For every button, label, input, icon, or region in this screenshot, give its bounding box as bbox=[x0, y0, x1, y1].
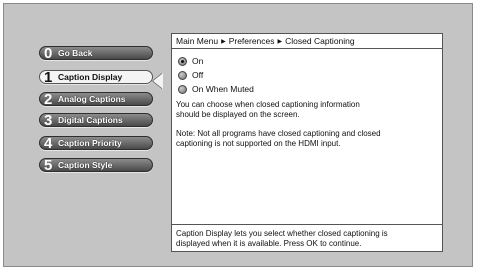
content-panel: Main Menu ▶ Preferences ▶ Closed Captioning … bbox=[171, 33, 443, 252]
menu-button-go-back[interactable]: 0 Go Back bbox=[39, 45, 153, 62]
menu-button-caption-priority[interactable]: 4 Caption Priority bbox=[39, 135, 153, 152]
description-text: You can choose when closed captioning in… bbox=[176, 100, 438, 120]
radio-unchecked-icon[interactable] bbox=[178, 85, 187, 94]
tv-menu-frame: 0 Go Back 1 Caption Display 2 Analog Cap… bbox=[3, 3, 473, 267]
option-label: Off bbox=[192, 70, 204, 80]
note-line: Note: Not all programs have closed capti… bbox=[176, 129, 381, 138]
help-text-box: Caption Display lets you select whether … bbox=[172, 224, 442, 251]
menu-number: 0 bbox=[44, 45, 53, 62]
menu-label: Analog Captions bbox=[58, 94, 126, 104]
menu-number: 4 bbox=[44, 135, 53, 152]
option-label: On bbox=[192, 56, 204, 66]
menu-number: 2 bbox=[44, 91, 53, 108]
help-line: displayed when it is available. Press OK… bbox=[176, 239, 362, 248]
menu-label: Caption Style bbox=[58, 160, 113, 170]
breadcrumb-item-closed-captioning: Closed Captioning bbox=[285, 36, 355, 46]
menu-label: Digital Captions bbox=[58, 115, 123, 125]
description-line: You can choose when closed captioning in… bbox=[176, 100, 360, 109]
menu-label: Caption Priority bbox=[58, 138, 122, 148]
help-line: Caption Display lets you select whether … bbox=[176, 229, 388, 238]
breadcrumb-item-preferences[interactable]: Preferences bbox=[229, 36, 275, 46]
menu-button-caption-display[interactable]: 1 Caption Display bbox=[39, 69, 153, 86]
selection-pointer-icon bbox=[153, 73, 163, 89]
menu-label: Go Back bbox=[58, 48, 93, 58]
menu-label: Caption Display bbox=[58, 72, 123, 82]
radio-unchecked-icon[interactable] bbox=[178, 71, 187, 80]
menu-button-caption-style[interactable]: 5 Caption Style bbox=[39, 157, 153, 174]
menu-number: 5 bbox=[44, 157, 53, 174]
note-text: Note: Not all programs have closed capti… bbox=[176, 129, 438, 149]
description-line: should be displayed on the screen. bbox=[176, 110, 300, 119]
breadcrumb-separator-icon: ▶ bbox=[221, 39, 226, 45]
menu-button-analog-captions[interactable]: 2 Analog Captions bbox=[39, 91, 153, 108]
note-line: captioning is not supported on the HDMI … bbox=[176, 139, 341, 148]
breadcrumb-separator-icon: ▶ bbox=[277, 39, 283, 45]
option-label: On When Muted bbox=[192, 84, 254, 94]
menu-number: 3 bbox=[44, 112, 53, 129]
menu-number: 1 bbox=[44, 69, 53, 86]
breadcrumb-item-main-menu[interactable]: Main Menu bbox=[176, 36, 218, 46]
menu-button-digital-captions[interactable]: 3 Digital Captions bbox=[39, 112, 153, 129]
breadcrumb: Main Menu ▶ Preferences ▶ Closed Captioning bbox=[172, 34, 442, 49]
radio-checked-icon[interactable] bbox=[178, 57, 187, 66]
